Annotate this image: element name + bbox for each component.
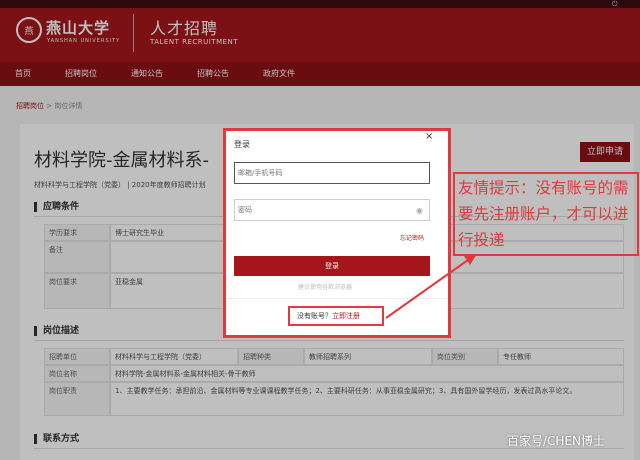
watermark: 百家号/CHEN博士 xyxy=(507,434,606,448)
annotation-tip-text: 友情提示：没有账号的需要先注册账户，才可以进行投递 xyxy=(458,179,629,249)
arrow-shaft xyxy=(385,259,469,319)
